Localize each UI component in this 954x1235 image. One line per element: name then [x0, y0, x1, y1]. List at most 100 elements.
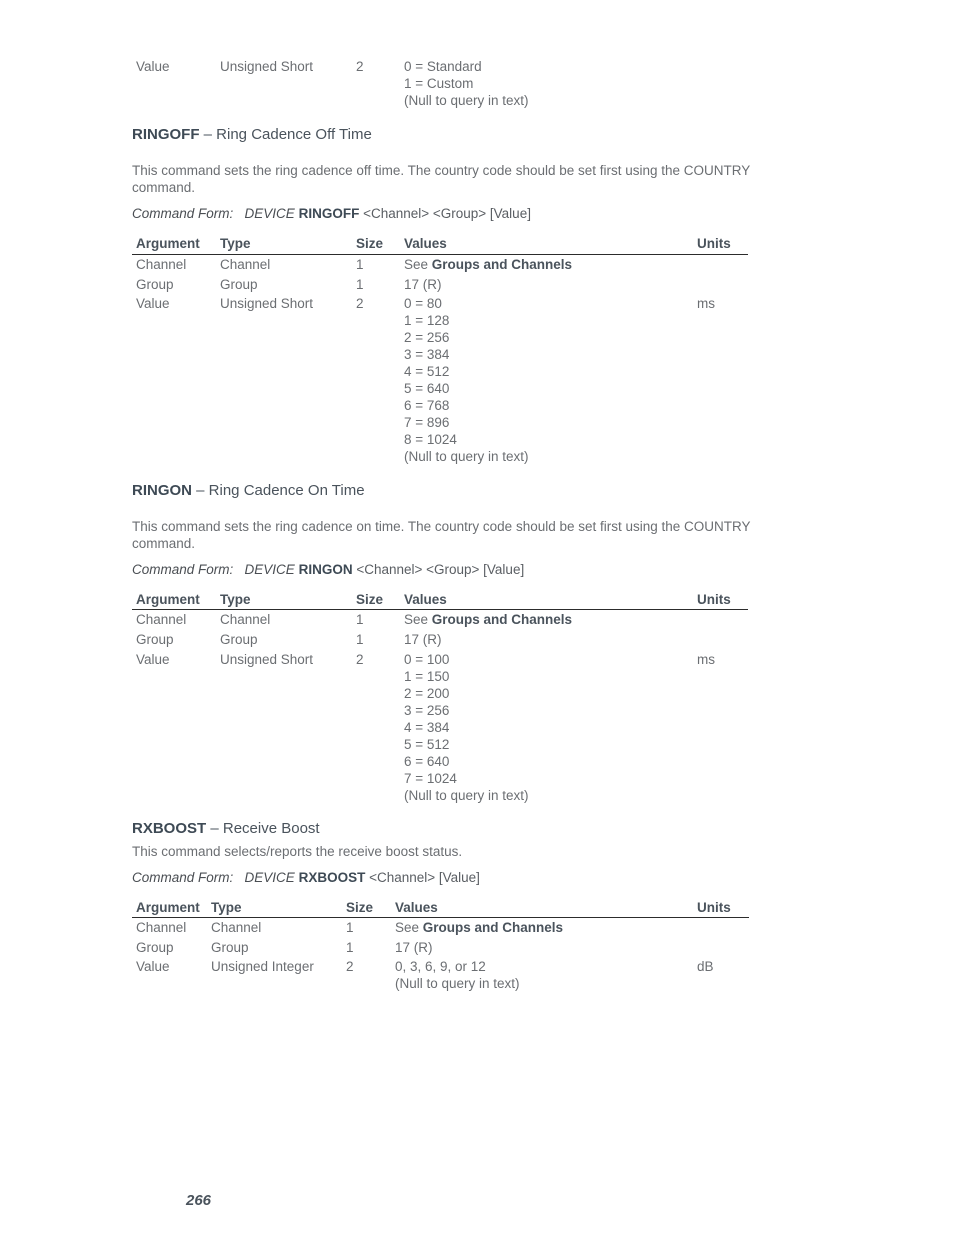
- value-line: 4 = 512: [404, 364, 450, 379]
- header-size: Size: [356, 592, 384, 607]
- value-line: 7 = 896: [404, 415, 450, 430]
- cell-units: ms: [697, 652, 715, 667]
- section-heading-ringon: RINGON – Ring Cadence On Time: [132, 482, 365, 500]
- table-row: Group Group 1 17 (R): [0, 939, 954, 956]
- command-name: RINGOFF: [132, 126, 200, 143]
- argument-table-rxboost: Argument Type Size Values Units Channel …: [0, 899, 954, 999]
- cell-argument: Value: [136, 296, 170, 311]
- command-title: – Ring Cadence On Time: [192, 482, 365, 499]
- cell-type: Group: [220, 277, 258, 292]
- value-line: (Null to query in text): [404, 93, 529, 108]
- cell-units: dB: [697, 959, 714, 974]
- table-row: Group Group 1 17 (R): [0, 631, 954, 648]
- cell-size: 1: [346, 940, 354, 955]
- header-units: Units: [697, 236, 731, 251]
- cell-values: 0 = Standard 1 = Custom (Null to query i…: [404, 58, 529, 109]
- groups-and-channels-link[interactable]: Groups and Channels: [432, 257, 572, 272]
- cell-size: 2: [356, 652, 364, 667]
- cell-size: 2: [356, 59, 364, 74]
- command-form-label: Command Form:: [132, 206, 234, 221]
- command-form: Command Form: DEVICE RINGON <Channel> <G…: [132, 561, 524, 578]
- header-argument: Argument: [136, 592, 200, 607]
- cell-type: Group: [220, 632, 258, 647]
- header-size: Size: [346, 900, 374, 915]
- see-text: See: [395, 920, 420, 935]
- cell-type: Group: [211, 940, 249, 955]
- command-form-command: RXBOOST: [298, 870, 366, 885]
- cell-argument: Value: [136, 59, 170, 74]
- cell-type: Channel: [220, 257, 271, 272]
- header-type: Type: [220, 592, 251, 607]
- cell-values: See Groups and Channels: [404, 256, 572, 273]
- command-name: RXBOOST: [132, 820, 207, 837]
- header-rule: [132, 254, 748, 255]
- cell-size: 2: [346, 959, 354, 974]
- header-values: Values: [395, 900, 438, 915]
- value-line: 1 = 150: [404, 669, 450, 684]
- cell-units: ms: [697, 296, 715, 311]
- cell-argument: Group: [136, 277, 174, 292]
- cell-type: Unsigned Integer: [211, 959, 314, 974]
- value-line: 0, 3, 6, 9, or 12: [395, 959, 486, 974]
- value-line: (Null to query in text): [404, 449, 529, 464]
- value-line: 3 = 384: [404, 347, 450, 362]
- table-row: Channel Channel 1 See Groups and Channel…: [0, 919, 954, 936]
- cell-type: Unsigned Short: [220, 296, 314, 311]
- cell-values: 17 (R): [404, 277, 442, 292]
- command-form-args: <Channel> <Group> [Value]: [352, 562, 525, 577]
- header-values: Values: [404, 236, 447, 251]
- header-units: Units: [697, 592, 731, 607]
- value-line: 6 = 768: [404, 398, 450, 413]
- cell-size: 2: [356, 296, 364, 311]
- command-form-command: RINGOFF: [298, 206, 360, 221]
- groups-and-channels-link[interactable]: Groups and Channels: [432, 612, 572, 627]
- value-line: 5 = 512: [404, 737, 450, 752]
- value-line: 1 = 128: [404, 313, 450, 328]
- value-line: 4 = 384: [404, 720, 450, 735]
- command-form-label: Command Form:: [132, 562, 234, 577]
- section-description: This command selects/reports the receive…: [132, 844, 463, 859]
- cell-size: 1: [356, 277, 364, 292]
- value-line: 0 = 100: [404, 652, 450, 667]
- section-heading-ringoff: RINGOFF – Ring Cadence Off Time: [132, 126, 372, 144]
- see-text: See: [404, 257, 429, 272]
- header-type: Type: [220, 236, 251, 251]
- command-form-args: <Channel> <Group> [Value]: [359, 206, 531, 221]
- groups-and-channels-link[interactable]: Groups and Channels: [423, 920, 563, 935]
- table-row: Value Unsigned Short 2 0 = 80 1 = 128 2 …: [0, 295, 954, 464]
- cell-values: See Groups and Channels: [404, 611, 572, 628]
- continued-table: Value Unsigned Short 2 0 = Standard 1 = …: [0, 58, 954, 118]
- section-description: This command sets the ring cadence on ti…: [132, 519, 751, 551]
- value-line: (Null to query in text): [395, 976, 520, 991]
- value-line: 3 = 256: [404, 703, 450, 718]
- value-line: 5 = 640: [404, 381, 450, 396]
- table-row: Value Unsigned Integer 2 0, 3, 6, 9, or …: [0, 958, 954, 991]
- table-row: Channel Channel 1 See Groups and Channel…: [0, 611, 954, 628]
- cell-argument: Group: [136, 940, 174, 955]
- cell-argument: Group: [136, 632, 174, 647]
- command-form-device: DEVICE: [244, 206, 295, 221]
- cell-values: 0 = 80 1 = 128 2 = 256 3 = 384 4 = 512 5…: [404, 295, 529, 465]
- cell-values: 0, 3, 6, 9, or 12 (Null to query in text…: [395, 958, 520, 992]
- value-line: 7 = 1024: [404, 771, 457, 786]
- table-header: Argument Type Size Values Units: [0, 591, 954, 608]
- table-row: Value Unsigned Short 2 0 = 100 1 = 150 2…: [0, 651, 954, 803]
- command-title: – Receive Boost: [206, 820, 320, 837]
- cell-values: 17 (R): [404, 632, 442, 647]
- value-line: 2 = 200: [404, 686, 450, 701]
- cell-size: 1: [346, 920, 354, 935]
- table-row: Value Unsigned Short 2 0 = Standard 1 = …: [0, 58, 954, 108]
- cell-argument: Value: [136, 652, 170, 667]
- value-line: 0 = Standard: [404, 59, 482, 74]
- cell-argument: Channel: [136, 257, 187, 272]
- cell-argument: Channel: [136, 920, 187, 935]
- header-rule: [132, 609, 748, 610]
- table-row: Channel Channel 1 See Groups and Channel…: [0, 256, 954, 273]
- cell-size: 1: [356, 632, 364, 647]
- header-values: Values: [404, 592, 447, 607]
- command-form: Command Form: DEVICE RXBOOST <Channel> […: [132, 869, 480, 886]
- cell-values: See Groups and Channels: [395, 919, 563, 936]
- command-form-device: DEVICE: [244, 870, 295, 885]
- command-form-device: DEVICE: [244, 562, 295, 577]
- cell-type: Channel: [211, 920, 262, 935]
